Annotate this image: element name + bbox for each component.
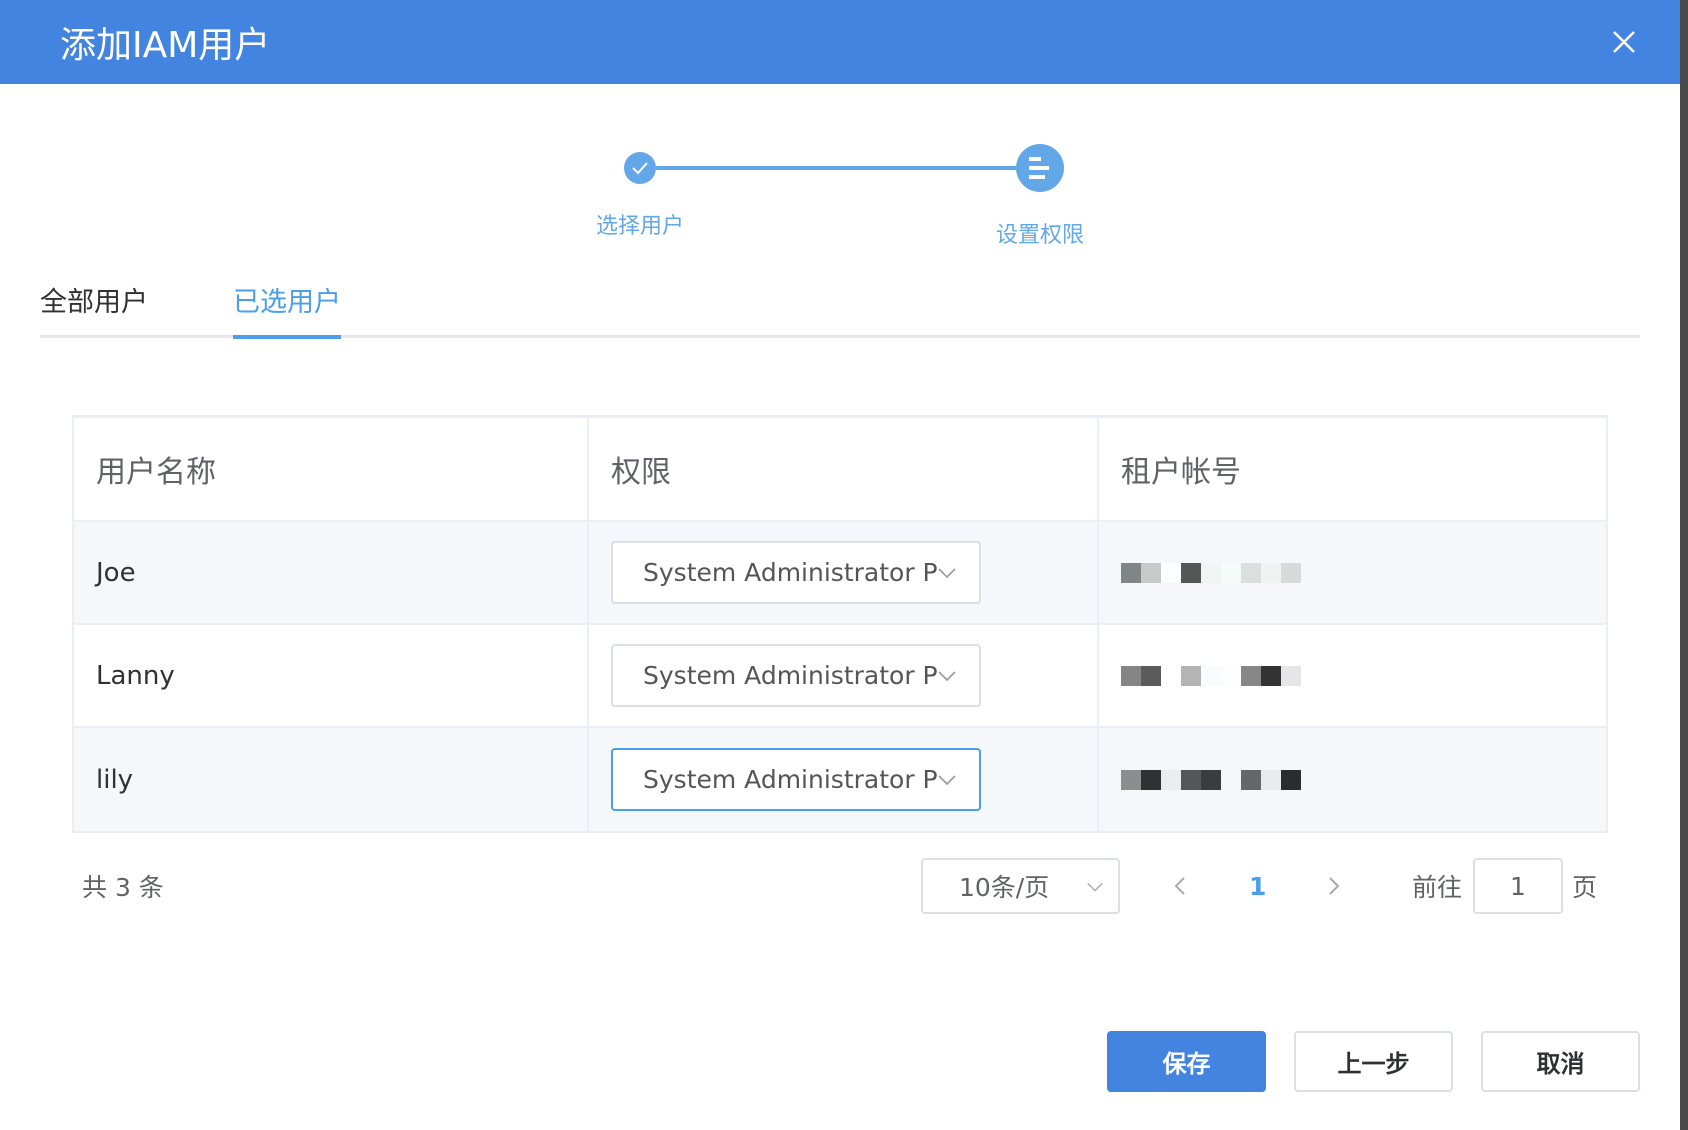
prev-page-icon[interactable]: [1172, 875, 1188, 897]
chevron-down-icon: [1087, 882, 1103, 892]
step-label-set-permissions: 设置权限: [995, 223, 1085, 248]
previous-step-button[interactable]: 上一步: [1294, 1031, 1453, 1092]
page-suffix: 页: [1572, 873, 1598, 902]
dialog-header: 添加IAM用户: [0, 0, 1680, 84]
redaction-block: [1281, 562, 1301, 583]
page-number-current[interactable]: 1: [1249, 858, 1266, 914]
total-count: 共 3 条: [82, 873, 164, 902]
redaction-block: [1141, 665, 1161, 686]
permission-value: System Administrator P: [643, 765, 938, 794]
tenant-account-redacted: [1121, 665, 1301, 686]
cancel-button[interactable]: 取消: [1481, 1031, 1640, 1092]
redaction-block: [1241, 562, 1261, 583]
redaction-block: [1221, 665, 1241, 686]
redaction-block: [1121, 769, 1141, 790]
page-size-select[interactable]: 10条/页: [921, 858, 1120, 914]
username: Lanny: [96, 660, 175, 691]
permission-value: System Administrator P: [643, 661, 938, 690]
chevron-down-icon: [938, 568, 956, 579]
permission-select[interactable]: System Administrator P: [611, 541, 981, 604]
username: lily: [96, 764, 134, 795]
goto-page-input[interactable]: [1473, 858, 1563, 914]
redaction-block: [1141, 562, 1161, 583]
redaction-block: [1161, 665, 1181, 686]
redaction-block: [1201, 562, 1221, 583]
tenant-account-redacted: [1121, 562, 1301, 583]
table-row: Joe System Administrator P: [74, 522, 1606, 625]
tab-selected-users[interactable]: 已选用户: [233, 280, 341, 339]
next-page-icon[interactable]: [1326, 875, 1342, 897]
column-header-permission: 权限: [589, 418, 1099, 520]
redaction-block: [1181, 562, 1201, 583]
dialog-title: 添加IAM用户: [60, 25, 271, 66]
column-header-tenant-account: 租户帐号: [1121, 455, 1241, 490]
redaction-block: [1241, 769, 1261, 790]
column-header-username: 用户名称: [74, 418, 589, 520]
table-row: lily System Administrator P: [74, 728, 1606, 831]
redaction-block: [1181, 665, 1201, 686]
redaction-block: [1161, 769, 1181, 790]
page-size-value: 10条/页: [959, 873, 1050, 902]
redaction-block: [1281, 665, 1301, 686]
step-done-check-icon: [624, 152, 656, 184]
permission-select[interactable]: System Administrator P: [611, 644, 981, 707]
redaction-block: [1161, 562, 1181, 583]
goto-label: 前往: [1412, 873, 1463, 902]
redaction-block: [1201, 665, 1221, 686]
step-active-list-icon: [1016, 144, 1064, 192]
redaction-block: [1261, 665, 1281, 686]
tenant-account-redacted: [1121, 769, 1301, 790]
redaction-block: [1261, 562, 1281, 583]
close-icon[interactable]: [1610, 28, 1638, 56]
save-button[interactable]: 保存: [1107, 1031, 1266, 1092]
redaction-block: [1121, 562, 1141, 583]
redaction-block: [1261, 769, 1281, 790]
redaction-block: [1121, 665, 1141, 686]
table-row: Lanny System Administrator P: [74, 625, 1606, 728]
users-table: 用户名称 权限 租户帐号 Joe System Administrator P …: [72, 415, 1608, 833]
step-label-select-users: 选择用户: [595, 214, 685, 239]
chevron-down-icon: [938, 775, 956, 786]
tab-all-users[interactable]: 全部用户: [40, 280, 148, 319]
chevron-down-icon: [938, 671, 956, 682]
redaction-block: [1221, 562, 1241, 583]
permission-select[interactable]: System Administrator P: [611, 748, 981, 811]
username: Joe: [96, 557, 136, 588]
redaction-block: [1281, 769, 1301, 790]
redaction-block: [1201, 769, 1221, 790]
redaction-block: [1241, 665, 1261, 686]
background-edge: [1680, 0, 1688, 1130]
table-header: 用户名称 权限 租户帐号: [74, 418, 1606, 522]
permission-value: System Administrator P: [643, 558, 938, 587]
step-connector: [656, 166, 1018, 170]
redaction-block: [1141, 769, 1161, 790]
redaction-block: [1181, 769, 1201, 790]
redaction-block: [1221, 769, 1241, 790]
tabs: 全部用户 已选用户: [40, 280, 1640, 339]
